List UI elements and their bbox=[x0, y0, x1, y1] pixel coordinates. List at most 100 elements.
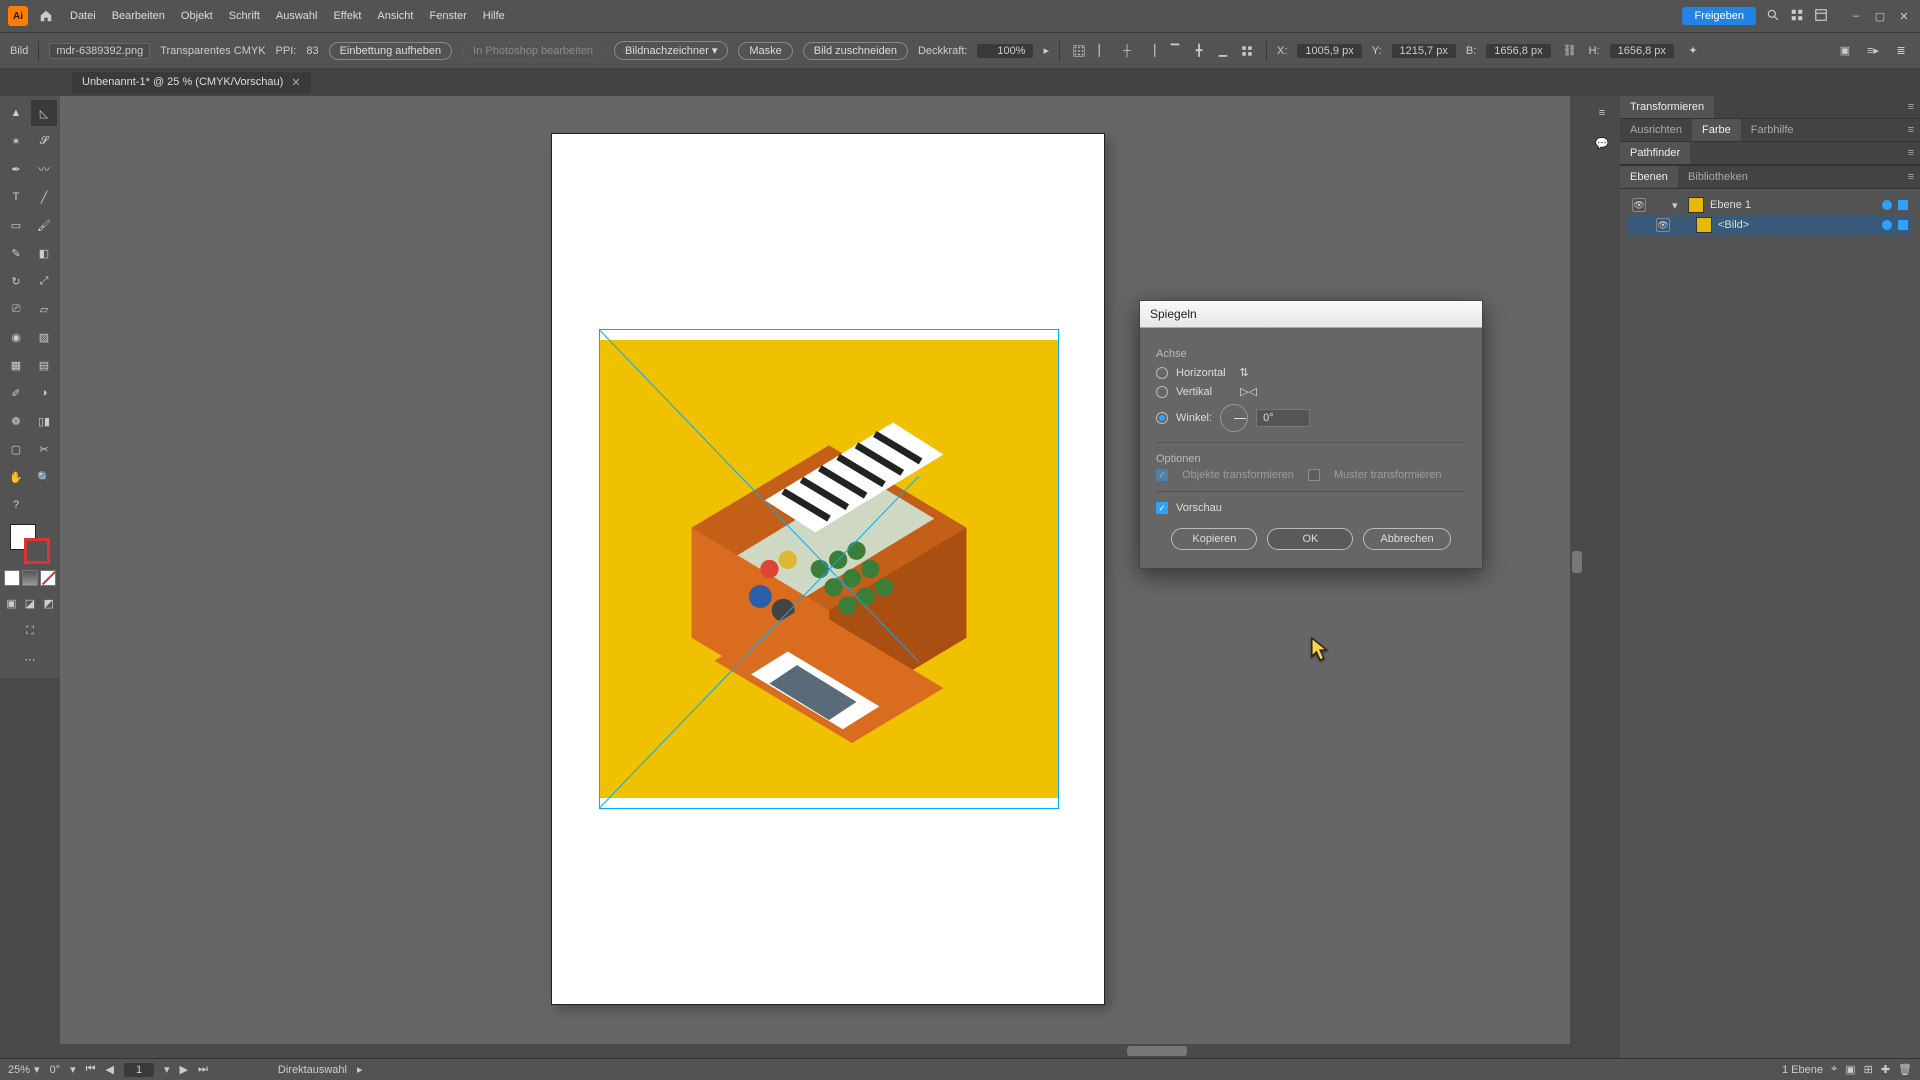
document-tab[interactable]: Unbenannt-1* @ 25 % (CMYK/Vorschau) ✕ bbox=[72, 72, 311, 93]
tab-transform[interactable]: Transformieren bbox=[1620, 96, 1714, 118]
align-top-icon[interactable]: ▔ bbox=[1166, 42, 1184, 60]
direct-selection-tool[interactable]: ◺ bbox=[31, 100, 57, 126]
doc-setup-icon[interactable]: ≡▸ bbox=[1864, 42, 1882, 60]
make-clip-icon[interactable]: ▣ bbox=[1845, 1063, 1855, 1076]
menu-file[interactable]: Datei bbox=[70, 10, 96, 22]
angle-input[interactable] bbox=[1256, 409, 1310, 427]
panel-menu-icon-3[interactable]: ≡ bbox=[1902, 147, 1920, 159]
crop-image-button[interactable]: Bild zuschneiden bbox=[803, 42, 908, 60]
prefs-icon[interactable]: ≣ bbox=[1892, 42, 1910, 60]
menu-select[interactable]: Auswahl bbox=[276, 10, 318, 22]
h-value[interactable]: 1656,8 px bbox=[1610, 44, 1674, 58]
layer-row[interactable]: 👁 ▾ Ebene 1 bbox=[1628, 195, 1912, 215]
magic-wand-tool[interactable]: ✶ bbox=[3, 128, 29, 154]
y-value[interactable]: 1215,7 px bbox=[1392, 44, 1456, 58]
zoom-dropdown-icon[interactable]: ▾ bbox=[34, 1063, 40, 1076]
opacity-value[interactable]: 100% bbox=[977, 44, 1033, 58]
slice-tool[interactable]: ✂ bbox=[31, 436, 57, 462]
none-mode-icon[interactable] bbox=[40, 570, 56, 586]
layer-row[interactable]: 👁 <Bild> bbox=[1628, 215, 1912, 235]
graph-tool[interactable]: ▯▮ bbox=[31, 408, 57, 434]
layer-twisty-icon[interactable]: ▾ bbox=[1672, 199, 1682, 212]
link-wh-icon[interactable]: ⛓ bbox=[1561, 42, 1579, 60]
properties-panel-icon[interactable]: ≡ bbox=[1591, 102, 1613, 124]
comments-panel-icon[interactable]: 💬 bbox=[1591, 132, 1613, 154]
selection-tool[interactable]: ▲ bbox=[3, 100, 29, 126]
target-icon[interactable] bbox=[1882, 200, 1892, 210]
pen-tool[interactable]: ✒ bbox=[3, 156, 29, 182]
mesh-tool[interactable]: ▦ bbox=[3, 352, 29, 378]
target-icon[interactable] bbox=[1882, 220, 1892, 230]
rotation-dropdown-icon[interactable]: ▾ bbox=[70, 1063, 76, 1076]
refpoint-icon[interactable] bbox=[1070, 42, 1088, 60]
opacity-flyout-icon[interactable]: ▸ bbox=[1043, 44, 1049, 57]
drawmode-normal-icon[interactable]: ▣ bbox=[3, 590, 20, 616]
shape-builder-tool[interactable]: ◉ bbox=[3, 324, 29, 350]
visibility-toggle-icon[interactable]: 👁 bbox=[1656, 218, 1670, 232]
workspace-icon[interactable] bbox=[1814, 8, 1828, 25]
share-button[interactable]: Freigeben bbox=[1682, 7, 1756, 25]
rotate-tool[interactable]: ↻ bbox=[3, 268, 29, 294]
artboard-tool[interactable]: ▢ bbox=[3, 436, 29, 462]
panel-menu-icon-2[interactable]: ≡ bbox=[1902, 124, 1920, 136]
align-right-icon[interactable]: ▕ bbox=[1142, 42, 1160, 60]
artboard-dropdown-icon[interactable]: ▾ bbox=[164, 1063, 170, 1076]
menu-view[interactable]: Ansicht bbox=[377, 10, 413, 22]
panel-menu-icon-4[interactable]: ≡ bbox=[1902, 171, 1920, 183]
tab-pathfinder[interactable]: Pathfinder bbox=[1620, 142, 1690, 164]
layer-name[interactable]: <Bild> bbox=[1718, 219, 1876, 231]
align-bottom-icon[interactable]: ▁ bbox=[1214, 42, 1232, 60]
screenmode-icon[interactable]: ⛶ bbox=[17, 618, 43, 644]
color-mode-icon[interactable] bbox=[4, 570, 20, 586]
new-layer-icon[interactable]: ✚ bbox=[1881, 1063, 1890, 1076]
tab-guides[interactable]: Farbhilfe bbox=[1741, 119, 1804, 141]
rotation-value[interactable]: 0° bbox=[50, 1064, 61, 1076]
placed-filename[interactable]: mdr-6389392.png bbox=[49, 43, 150, 59]
hand-tool[interactable]: ✋ bbox=[3, 464, 29, 490]
cancel-button[interactable]: Abbrechen bbox=[1363, 528, 1450, 550]
image-trace-button[interactable]: Bildnachzeichner ▾ bbox=[614, 41, 728, 60]
placed-image[interactable] bbox=[600, 330, 1058, 808]
tab-layers[interactable]: Ebenen bbox=[1620, 166, 1678, 188]
copy-button[interactable]: Kopieren bbox=[1171, 528, 1257, 550]
home-icon[interactable] bbox=[36, 6, 56, 26]
ok-button[interactable]: OK bbox=[1267, 528, 1353, 550]
horizontal-scrollbar[interactable] bbox=[60, 1044, 1584, 1058]
free-transform-tool[interactable]: ▱ bbox=[31, 296, 57, 322]
align-vcenter-icon[interactable]: ╋ bbox=[1190, 42, 1208, 60]
close-tab-icon[interactable]: ✕ bbox=[291, 76, 300, 89]
gpu-icon[interactable]: ▣ bbox=[1836, 42, 1854, 60]
tab-libraries[interactable]: Bibliotheken bbox=[1678, 166, 1758, 188]
drawmode-behind-icon[interactable]: ◪ bbox=[22, 590, 39, 616]
angle-dial[interactable] bbox=[1220, 404, 1248, 432]
help-tool[interactable]: ? bbox=[3, 492, 29, 518]
edit-toolbar-icon[interactable]: ⋯ bbox=[17, 646, 43, 672]
axis-vertical-radio[interactable] bbox=[1156, 386, 1168, 398]
gradient-mode-icon[interactable] bbox=[22, 570, 38, 586]
rectangle-tool[interactable]: ▭ bbox=[3, 212, 29, 238]
layer-name[interactable]: Ebene 1 bbox=[1710, 199, 1876, 211]
width-tool[interactable]: ⎚ bbox=[3, 296, 29, 322]
canvas-area[interactable] bbox=[60, 96, 1584, 1058]
close-window-icon[interactable]: ✕ bbox=[1896, 8, 1912, 24]
shaper-tool[interactable]: ✎ bbox=[3, 240, 29, 266]
minimize-icon[interactable]: – bbox=[1848, 8, 1864, 24]
visibility-toggle-icon[interactable]: 👁 bbox=[1632, 198, 1646, 212]
eyedropper-tool[interactable]: ✐ bbox=[3, 380, 29, 406]
artboard-prev-icon[interactable]: ◀ bbox=[106, 1063, 114, 1076]
x-value[interactable]: 1005,9 px bbox=[1297, 44, 1361, 58]
align-to-icon[interactable] bbox=[1238, 42, 1256, 60]
constrain-icon[interactable]: ✦ bbox=[1684, 42, 1702, 60]
curvature-tool[interactable]: 〰 bbox=[31, 156, 57, 182]
locate-object-icon[interactable]: ⌖ bbox=[1831, 1063, 1837, 1076]
fill-stroke-swatches[interactable] bbox=[10, 524, 50, 564]
menu-effect[interactable]: Effekt bbox=[333, 10, 361, 22]
scale-tool[interactable]: ⤢ bbox=[31, 268, 57, 294]
artboard-last-icon[interactable]: ⏭ bbox=[198, 1063, 208, 1076]
axis-angle-radio[interactable] bbox=[1156, 412, 1168, 424]
tab-align[interactable]: Ausrichten bbox=[1620, 119, 1692, 141]
arrange-docs-icon[interactable] bbox=[1790, 8, 1804, 25]
drawmode-inside-icon[interactable]: ◩ bbox=[40, 590, 57, 616]
artboard-index[interactable]: 1 bbox=[124, 1063, 154, 1077]
stroke-swatch[interactable] bbox=[24, 538, 50, 564]
